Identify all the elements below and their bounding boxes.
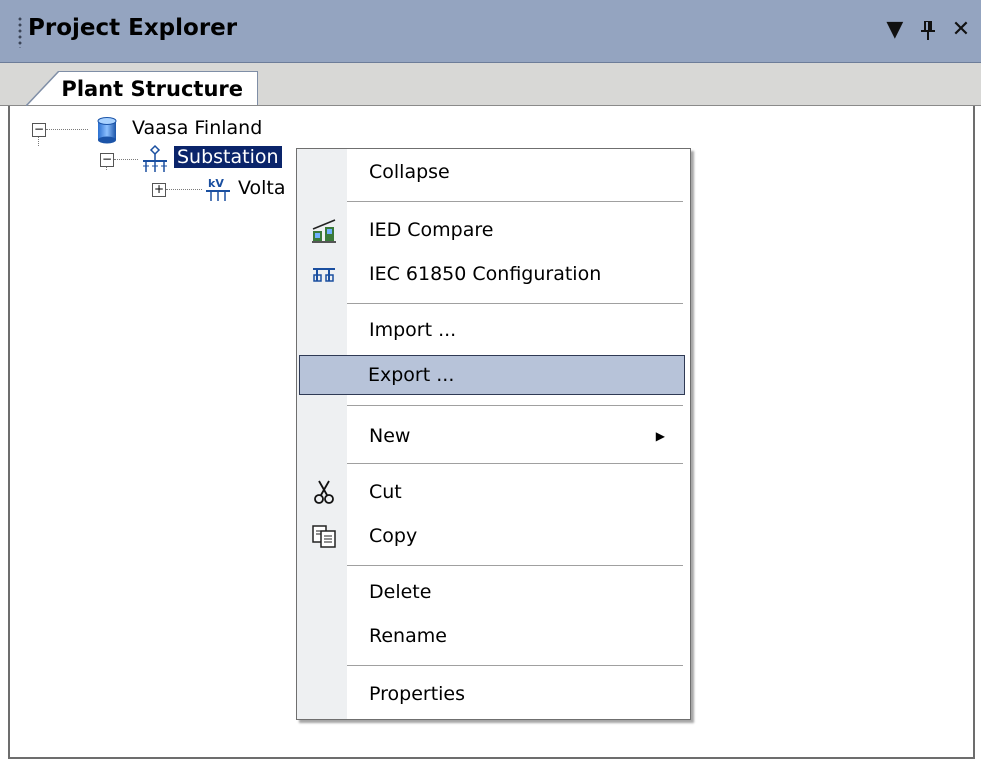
menu-separator (347, 303, 683, 304)
menu-item-delete[interactable]: Delete (299, 573, 685, 611)
iec-config-icon (313, 268, 335, 282)
menu-item-iec-61850-configuration[interactable]: IEC 61850 Configuration (299, 255, 685, 293)
tree-node-label: Volta (238, 177, 286, 199)
tree-node-label: Vaasa Finland (132, 117, 263, 139)
collapse-toggle-icon[interactable]: − (100, 153, 114, 167)
drag-grip-icon[interactable] (18, 16, 22, 48)
substation-icon (143, 144, 167, 172)
menu-item-copy[interactable]: Copy (299, 517, 685, 555)
tree-node-root[interactable]: − Vaasa Finland (10, 116, 410, 144)
dropdown-menu-icon[interactable]: ▼ (883, 12, 907, 48)
copy-icon (312, 525, 336, 548)
menu-item-label: IEC 61850 Configuration (369, 263, 602, 285)
menu-item-cut[interactable]: Cut (299, 473, 685, 511)
close-icon[interactable]: ✕ (949, 12, 973, 48)
menu-item-label: IED Compare (369, 219, 494, 241)
title-controls: ▼ ✕ (879, 12, 973, 52)
panel-title: Project Explorer (28, 15, 238, 41)
menu-separator (347, 201, 683, 202)
ied-compare-icon (312, 219, 336, 243)
scissors-icon (314, 480, 334, 504)
tab-strip: Plant Structure (0, 63, 981, 107)
pin-icon[interactable] (916, 12, 940, 48)
menu-item-label: Rename (369, 625, 447, 647)
menu-item-label: Collapse (369, 161, 450, 183)
svg-text:kV: kV (208, 177, 224, 190)
menu-item-collapse[interactable]: Collapse (299, 153, 685, 191)
menu-item-label: Delete (369, 581, 432, 603)
menu-item-rename[interactable]: Rename (299, 617, 685, 655)
menu-separator (347, 565, 683, 566)
tab-slant-edge (26, 71, 60, 107)
tree-node-label: Substation (174, 146, 282, 168)
menu-item-import[interactable]: Import ... (299, 311, 685, 349)
menu-item-label: Import ... (369, 319, 457, 341)
panel-title-bar: Project Explorer ▼ ✕ (0, 0, 981, 63)
menu-item-ied-compare[interactable]: IED Compare (299, 211, 685, 249)
expand-toggle-icon[interactable]: + (152, 183, 166, 197)
menu-item-label: Cut (369, 481, 402, 503)
menu-item-properties[interactable]: Properties (299, 675, 685, 713)
menu-separator (347, 665, 683, 666)
submenu-arrow-icon: ▶ (655, 429, 665, 443)
menu-item-export[interactable]: Export ... (299, 355, 685, 395)
menu-separator (347, 463, 683, 464)
menu-item-label: New (369, 425, 411, 447)
menu-separator (347, 405, 683, 406)
menu-item-label: Copy (369, 525, 418, 547)
tree-connector (114, 159, 138, 160)
tab-plant-structure[interactable]: Plant Structure (26, 71, 258, 105)
context-menu: Collapse IED Compare IEC 61850 Configura… (296, 148, 691, 720)
menu-item-new[interactable]: New ▶ (299, 417, 685, 455)
database-icon (97, 117, 117, 144)
menu-item-label: Export ... (368, 364, 455, 386)
tree-connector (166, 189, 202, 190)
voltage-level-icon: kV (206, 177, 230, 201)
tree-connector (46, 129, 88, 130)
menu-item-label: Properties (369, 683, 466, 705)
collapse-toggle-icon[interactable]: − (32, 123, 46, 137)
